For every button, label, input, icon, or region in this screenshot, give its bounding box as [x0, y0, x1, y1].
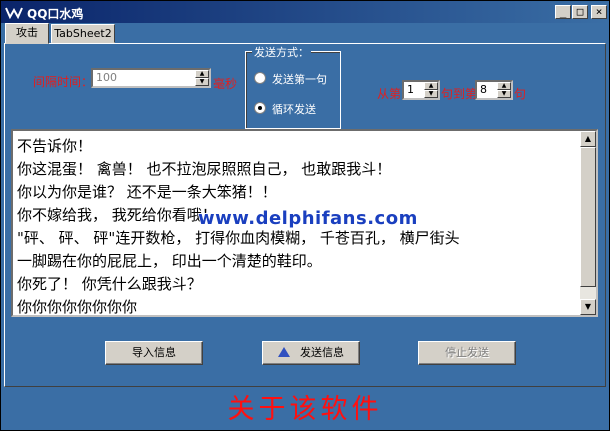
- memo-line: 你这混蛋！ 禽兽！ 也不拉泡尿照照自己， 也敢跟我斗！: [17, 160, 392, 178]
- range-to-spinner[interactable]: ▲ ▼: [497, 82, 511, 98]
- attack-panel: 间隔时间： 100 ▲ ▼ 毫秒 发送方式： 发送第一句 循环发送 从第 1 ▲…: [4, 43, 606, 387]
- radio-on-icon[interactable]: [254, 102, 266, 114]
- import-button[interactable]: 导入信息: [105, 341, 203, 365]
- app-window: QQ口水鸡 _ □ × 攻击 TabSheet2 间隔时间： 100 ▲ ▼ 毫…: [0, 0, 610, 431]
- memo-line: "砰、 砰、 砰"连开数枪， 打得你血肉模糊， 千苍百孔， 横尸街头: [17, 229, 460, 247]
- scroll-thumb[interactable]: [580, 147, 596, 287]
- memo-line: 你你你你你你你你: [17, 298, 138, 316]
- spin-down-icon[interactable]: ▼: [497, 90, 511, 98]
- interval-spin-edit[interactable]: 100 ▲ ▼: [91, 68, 211, 88]
- range-to-spin-edit[interactable]: 8 ▲ ▼: [475, 80, 513, 100]
- interval-label: 间隔时间：: [33, 75, 94, 89]
- maximize-button[interactable]: □: [572, 5, 588, 19]
- spin-down-icon[interactable]: ▼: [195, 78, 209, 86]
- interval-unit: 毫秒: [213, 77, 238, 91]
- scroll-down-icon[interactable]: ▼: [580, 299, 596, 315]
- close-button[interactable]: ×: [591, 5, 607, 19]
- window-title: QQ口水鸡: [27, 7, 84, 21]
- spin-up-icon[interactable]: ▲: [424, 82, 438, 90]
- watermark: www.delphifans.com: [198, 208, 418, 229]
- message-memo[interactable]: 不告诉你！ 你这混蛋！ 禽兽！ 也不拉泡尿照照自己， 也敢跟我斗！ 你以为你是谁…: [11, 129, 598, 317]
- memo-line: 不告诉你！: [17, 137, 93, 155]
- memo-scrollbar[interactable]: ▲ ▼: [580, 131, 596, 315]
- send-mode-group: 发送方式： 发送第一句 循环发送: [245, 44, 341, 129]
- range-to-value: 8: [480, 83, 487, 96]
- range-from-spinner[interactable]: ▲ ▼: [424, 82, 438, 98]
- stop-button[interactable]: 停止发送: [418, 341, 516, 365]
- memo-line: 一脚踢在你的屁屁上， 印出一个清楚的鞋印。: [17, 252, 322, 270]
- stop-button-label: 停止发送: [445, 346, 489, 359]
- import-button-label: 导入信息: [132, 346, 176, 359]
- tab-tabsheet2[interactable]: TabSheet2: [51, 24, 115, 43]
- title-bar[interactable]: QQ口水鸡 _ □ ×: [1, 1, 609, 23]
- range-to-label: 句到第: [441, 87, 478, 101]
- radio-send-first-label: 发送第一句: [272, 73, 327, 86]
- send-button[interactable]: 发送信息: [262, 341, 360, 365]
- range-from-spin-edit[interactable]: 1 ▲ ▼: [402, 80, 440, 100]
- interval-value: 100: [96, 71, 117, 84]
- send-mode-title: 发送方式：: [252, 44, 311, 60]
- memo-line: 你死了！ 你凭什么跟我斗？: [17, 275, 202, 293]
- about-link[interactable]: 关于该软件: [1, 392, 609, 428]
- tab-attack[interactable]: 攻击: [5, 23, 49, 44]
- radio-off-icon[interactable]: [254, 72, 266, 84]
- send-button-label: 发送信息: [300, 346, 344, 359]
- range-from-label: 从第: [377, 87, 402, 101]
- spin-down-icon[interactable]: ▼: [424, 90, 438, 98]
- minimize-button[interactable]: _: [555, 5, 571, 19]
- app-logo-icon: [5, 7, 23, 19]
- radio-loop-send-label: 循环发送: [272, 103, 316, 116]
- range-from-value: 1: [407, 83, 414, 96]
- arrow-up-icon: [278, 347, 290, 357]
- scroll-up-icon[interactable]: ▲: [580, 131, 596, 147]
- range-suffix: 句: [514, 87, 527, 101]
- memo-line: 你以为你是谁？ 还不是一条大笨猪！！: [17, 183, 277, 201]
- spin-up-icon[interactable]: ▲: [497, 82, 511, 90]
- spin-up-icon[interactable]: ▲: [195, 70, 209, 78]
- interval-spinner[interactable]: ▲ ▼: [195, 70, 209, 86]
